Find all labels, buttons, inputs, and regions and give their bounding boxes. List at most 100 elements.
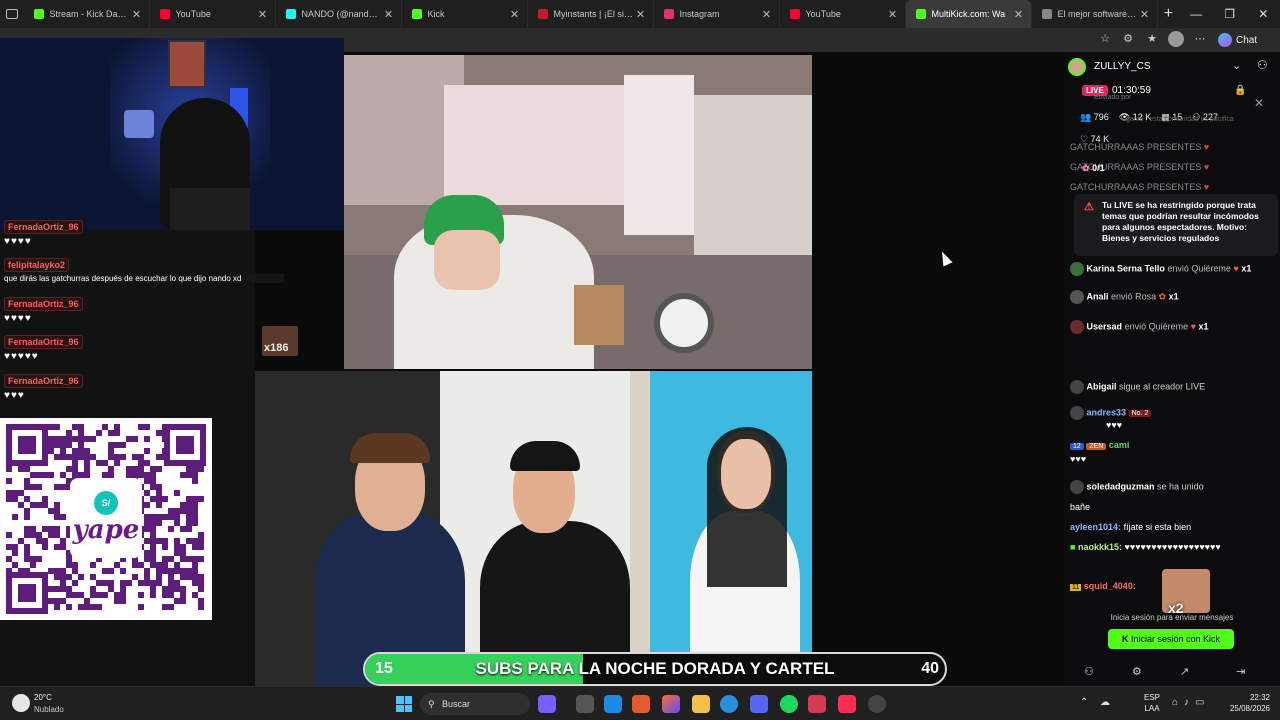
tab-close-icon[interactable]: ✕ xyxy=(635,8,647,21)
yape-qr-code: S/ yape xyxy=(0,418,212,620)
office-icon[interactable] xyxy=(632,695,650,713)
clock[interactable]: 22:32 25/08/2026 xyxy=(1222,692,1270,714)
close-window-button[interactable]: ✕ xyxy=(1246,7,1280,21)
chat-message-text: ♥♥♥ xyxy=(4,390,25,401)
tab-title: YouTube xyxy=(175,9,211,19)
tab-title: NANDO (@nandoweeck) xyxy=(301,9,383,19)
more-menu-icon[interactable]: ⋯ xyxy=(1192,31,1208,47)
user-avatar xyxy=(1070,290,1084,304)
login-button-label: Iniciar sesión con Kick xyxy=(1130,634,1221,644)
browser-tab[interactable]: El mejor software para✕ xyxy=(1032,0,1158,28)
file-explorer-icon[interactable] xyxy=(692,695,710,713)
channel-name: ZULLYY_CS xyxy=(1094,61,1151,72)
minimize-button[interactable]: — xyxy=(1179,7,1213,21)
close-icon[interactable]: ✕ xyxy=(1254,96,1264,110)
edge-icon[interactable] xyxy=(720,695,738,713)
tab-close-icon[interactable]: ✕ xyxy=(383,8,395,21)
chat-message-text: bañe xyxy=(1070,502,1091,512)
browser-tab[interactable]: Stream - Kick Dashboard✕ xyxy=(24,0,150,28)
users-icon[interactable]: ⚇ xyxy=(1257,58,1268,72)
join-event: soledadguzman se ha unido xyxy=(1070,480,1276,494)
browser-tab[interactable]: YouTube ✕ xyxy=(780,0,906,28)
tray-overflow-icon[interactable]: ⌃ xyxy=(1080,697,1088,708)
task-view-icon[interactable] xyxy=(576,695,594,713)
tray-network-volume-battery-icons[interactable]: ⌂♪▭ xyxy=(1172,697,1211,708)
weather-icon[interactable] xyxy=(12,694,30,712)
logout-icon[interactable]: ⇥ xyxy=(1236,665,1245,678)
tab-title: Stream - Kick Dashboard xyxy=(49,9,131,19)
tray-app-icon[interactable]: ☁ xyxy=(1100,697,1110,708)
tab-close-icon[interactable]: ✕ xyxy=(887,8,899,21)
windows-start-icon[interactable] xyxy=(396,696,412,712)
chat-username: FernadaOrtiz_96 xyxy=(4,335,83,349)
app-icon[interactable] xyxy=(538,695,556,713)
profile-avatar-icon[interactable] xyxy=(1168,31,1184,47)
streamlabs-icon[interactable] xyxy=(808,695,826,713)
browser-tab[interactable]: Kick ✕ xyxy=(402,0,528,28)
clock-date: 25/08/2026 xyxy=(1229,704,1270,713)
login-with-kick-button[interactable]: K Iniciar sesión con Kick xyxy=(1108,629,1234,649)
tab-favicon-icon xyxy=(285,9,296,19)
goal-target-count: 40 xyxy=(921,660,939,677)
browser-tab[interactable]: Instagram ✕ xyxy=(654,0,780,28)
chat-line: GATCHURRAAAS PRESENTES ♥ xyxy=(1070,182,1210,192)
lock-icon[interactable]: 🔒 xyxy=(1234,85,1246,96)
tab-favicon-icon xyxy=(1041,9,1052,19)
tab-close-icon[interactable]: ✕ xyxy=(1139,8,1151,21)
stream-video-top[interactable]: x186 xyxy=(344,55,812,369)
add-user-icon[interactable]: ⚇ xyxy=(1084,665,1094,678)
chat-username: felipitalayko2 xyxy=(4,258,70,272)
warning-text: Tu LIVE se ha restringido porque trata t… xyxy=(1102,200,1259,243)
clock-time: 22:32 xyxy=(1249,693,1270,702)
favorite-star-icon[interactable]: ☆ xyxy=(1097,31,1113,47)
extensions-icon[interactable]: ⚙ xyxy=(1120,31,1136,47)
obs-icon[interactable] xyxy=(868,695,886,713)
weather-desc: Nublado xyxy=(34,705,64,714)
browser-tab[interactable]: Myinstants | ¡El sitio web✕ xyxy=(528,0,654,28)
tab-close-icon[interactable]: ✕ xyxy=(131,8,143,21)
user-avatar xyxy=(1070,406,1084,420)
copilot-icon xyxy=(1218,33,1232,47)
tab-close-icon[interactable]: ✕ xyxy=(761,8,773,21)
new-tab-button[interactable]: + xyxy=(1158,5,1180,23)
copilot-chat-button[interactable]: Chat xyxy=(1218,31,1257,49)
user-avatar xyxy=(1070,262,1084,276)
gift-icon: ♥ xyxy=(1190,321,1196,332)
tab-favicon-icon xyxy=(411,9,422,19)
rank-badge: No. 2 xyxy=(1128,410,1152,418)
settings-gear-icon[interactable]: ⚙ xyxy=(1132,665,1142,678)
tab-close-icon[interactable]: ✕ xyxy=(257,8,269,21)
channel-avatar xyxy=(1068,58,1086,76)
channel-dropdown-chevron-icon[interactable]: ⌄ xyxy=(1232,59,1241,72)
taskbar-search[interactable]: ⚲ Buscar xyxy=(420,693,530,715)
language-indicator[interactable]: ESP LAA xyxy=(1144,692,1160,714)
tab-title: El mejor software para xyxy=(1057,9,1139,19)
left-chat-message: FernadaOrtiz_96 xyxy=(4,374,83,388)
maximize-button[interactable]: ❐ xyxy=(1213,7,1247,21)
collections-icon[interactable]: ★ xyxy=(1144,31,1160,47)
chat-message-text: ♥♥♥♥ xyxy=(4,313,32,324)
left-chat-message: felipitalayko2 xyxy=(4,258,70,272)
gift-icon: ♥ xyxy=(1233,263,1239,274)
user-avatar xyxy=(1070,320,1084,334)
stream-video-bottom[interactable] xyxy=(255,371,812,686)
gift-multiplier: x186 xyxy=(264,342,289,354)
tab-close-icon[interactable]: ✕ xyxy=(1013,8,1025,21)
rose-icon: ✿ xyxy=(1158,291,1167,302)
browser-tab[interactable]: YouTube ✕ xyxy=(150,0,276,28)
faded-sent-by: Enviado por xyxy=(1094,94,1132,101)
discord-icon[interactable] xyxy=(750,695,768,713)
notepad-icon[interactable] xyxy=(604,695,622,713)
spotify-icon[interactable] xyxy=(780,695,798,713)
copilot-app-icon[interactable] xyxy=(662,695,680,713)
gift-event: Usersad envió Quiéreme ♥ x1 xyxy=(1070,320,1276,334)
browser-tab[interactable]: NANDO (@nandoweeck)✕ xyxy=(276,0,402,28)
chat-message: 12 ZEN cami xyxy=(1070,440,1276,450)
browser-tab[interactable]: MultiKick.com: Wa ✕ xyxy=(905,0,1032,28)
tab-close-icon[interactable]: ✕ xyxy=(509,8,521,21)
tiktok-live-icon[interactable] xyxy=(838,695,856,713)
gift-event: Anali envió Rosa ✿ x1 xyxy=(1070,290,1276,304)
share-icon[interactable]: ↗ xyxy=(1180,665,1189,678)
tab-actions-icon[interactable] xyxy=(0,0,24,28)
chat-message-text: ♥♥♥♥ xyxy=(4,236,32,247)
